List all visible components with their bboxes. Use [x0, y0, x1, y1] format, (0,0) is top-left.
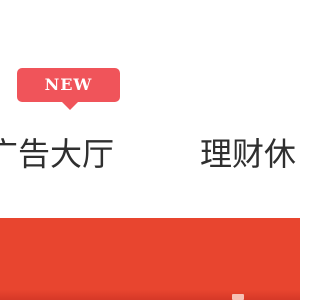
top-bar: [0, 0, 300, 62]
banner-indicator: [232, 294, 244, 300]
new-badge-pointer: [62, 102, 78, 110]
banner-shade: [0, 290, 300, 300]
main-nav: NEW 广告大厅 理财休: [0, 62, 300, 218]
nav-item-ad-hall[interactable]: 广告大厅: [0, 134, 114, 174]
promo-banner[interactable]: [0, 218, 300, 300]
new-badge: NEW: [17, 68, 120, 102]
nav-item-finance[interactable]: 理财休: [200, 134, 296, 174]
